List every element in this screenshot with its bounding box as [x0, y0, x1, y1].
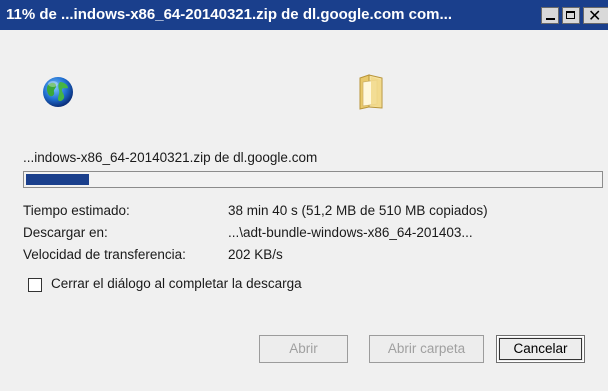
close-on-complete-label[interactable]: Cerrar el diálogo al completar la descar… [51, 276, 302, 291]
download-progress-bar [23, 171, 603, 188]
download-to-label: Descargar en: [23, 225, 108, 240]
folder-icon [359, 74, 383, 110]
open-button[interactable]: Abrir [259, 335, 348, 363]
title-bar[interactable]: 11% de ...indows-x86_64-20140321.zip de … [0, 0, 608, 30]
open-folder-button[interactable]: Abrir carpeta [369, 335, 484, 363]
download-dialog: 11% de ...indows-x86_64-20140321.zip de … [0, 0, 608, 391]
transfer-rate-label: Velocidad de transferencia: [23, 247, 186, 262]
download-to-value: ...\adt-bundle-windows-x86_64-201403... [228, 225, 473, 240]
close-on-complete-checkbox[interactable] [28, 278, 42, 292]
download-progress-fill [26, 174, 89, 185]
window-title: 11% de ...indows-x86_64-20140321.zip de … [6, 6, 453, 23]
close-button[interactable]: ✕ [583, 6, 608, 25]
time-remaining-label: Tiempo estimado: [23, 203, 130, 218]
time-remaining-value: 38 min 40 s (51,2 MB de 510 MB copiados) [228, 203, 488, 218]
cancel-button[interactable]: Cancelar [496, 335, 585, 363]
download-filename: ...indows-x86_64-20140321.zip de dl.goog… [23, 150, 318, 165]
minimize-button[interactable] [541, 7, 559, 24]
globe-icon [43, 77, 73, 107]
transfer-rate-value: 202 KB/s [228, 247, 283, 262]
maximize-button[interactable] [562, 7, 580, 24]
close-icon: ✕ [588, 6, 602, 25]
